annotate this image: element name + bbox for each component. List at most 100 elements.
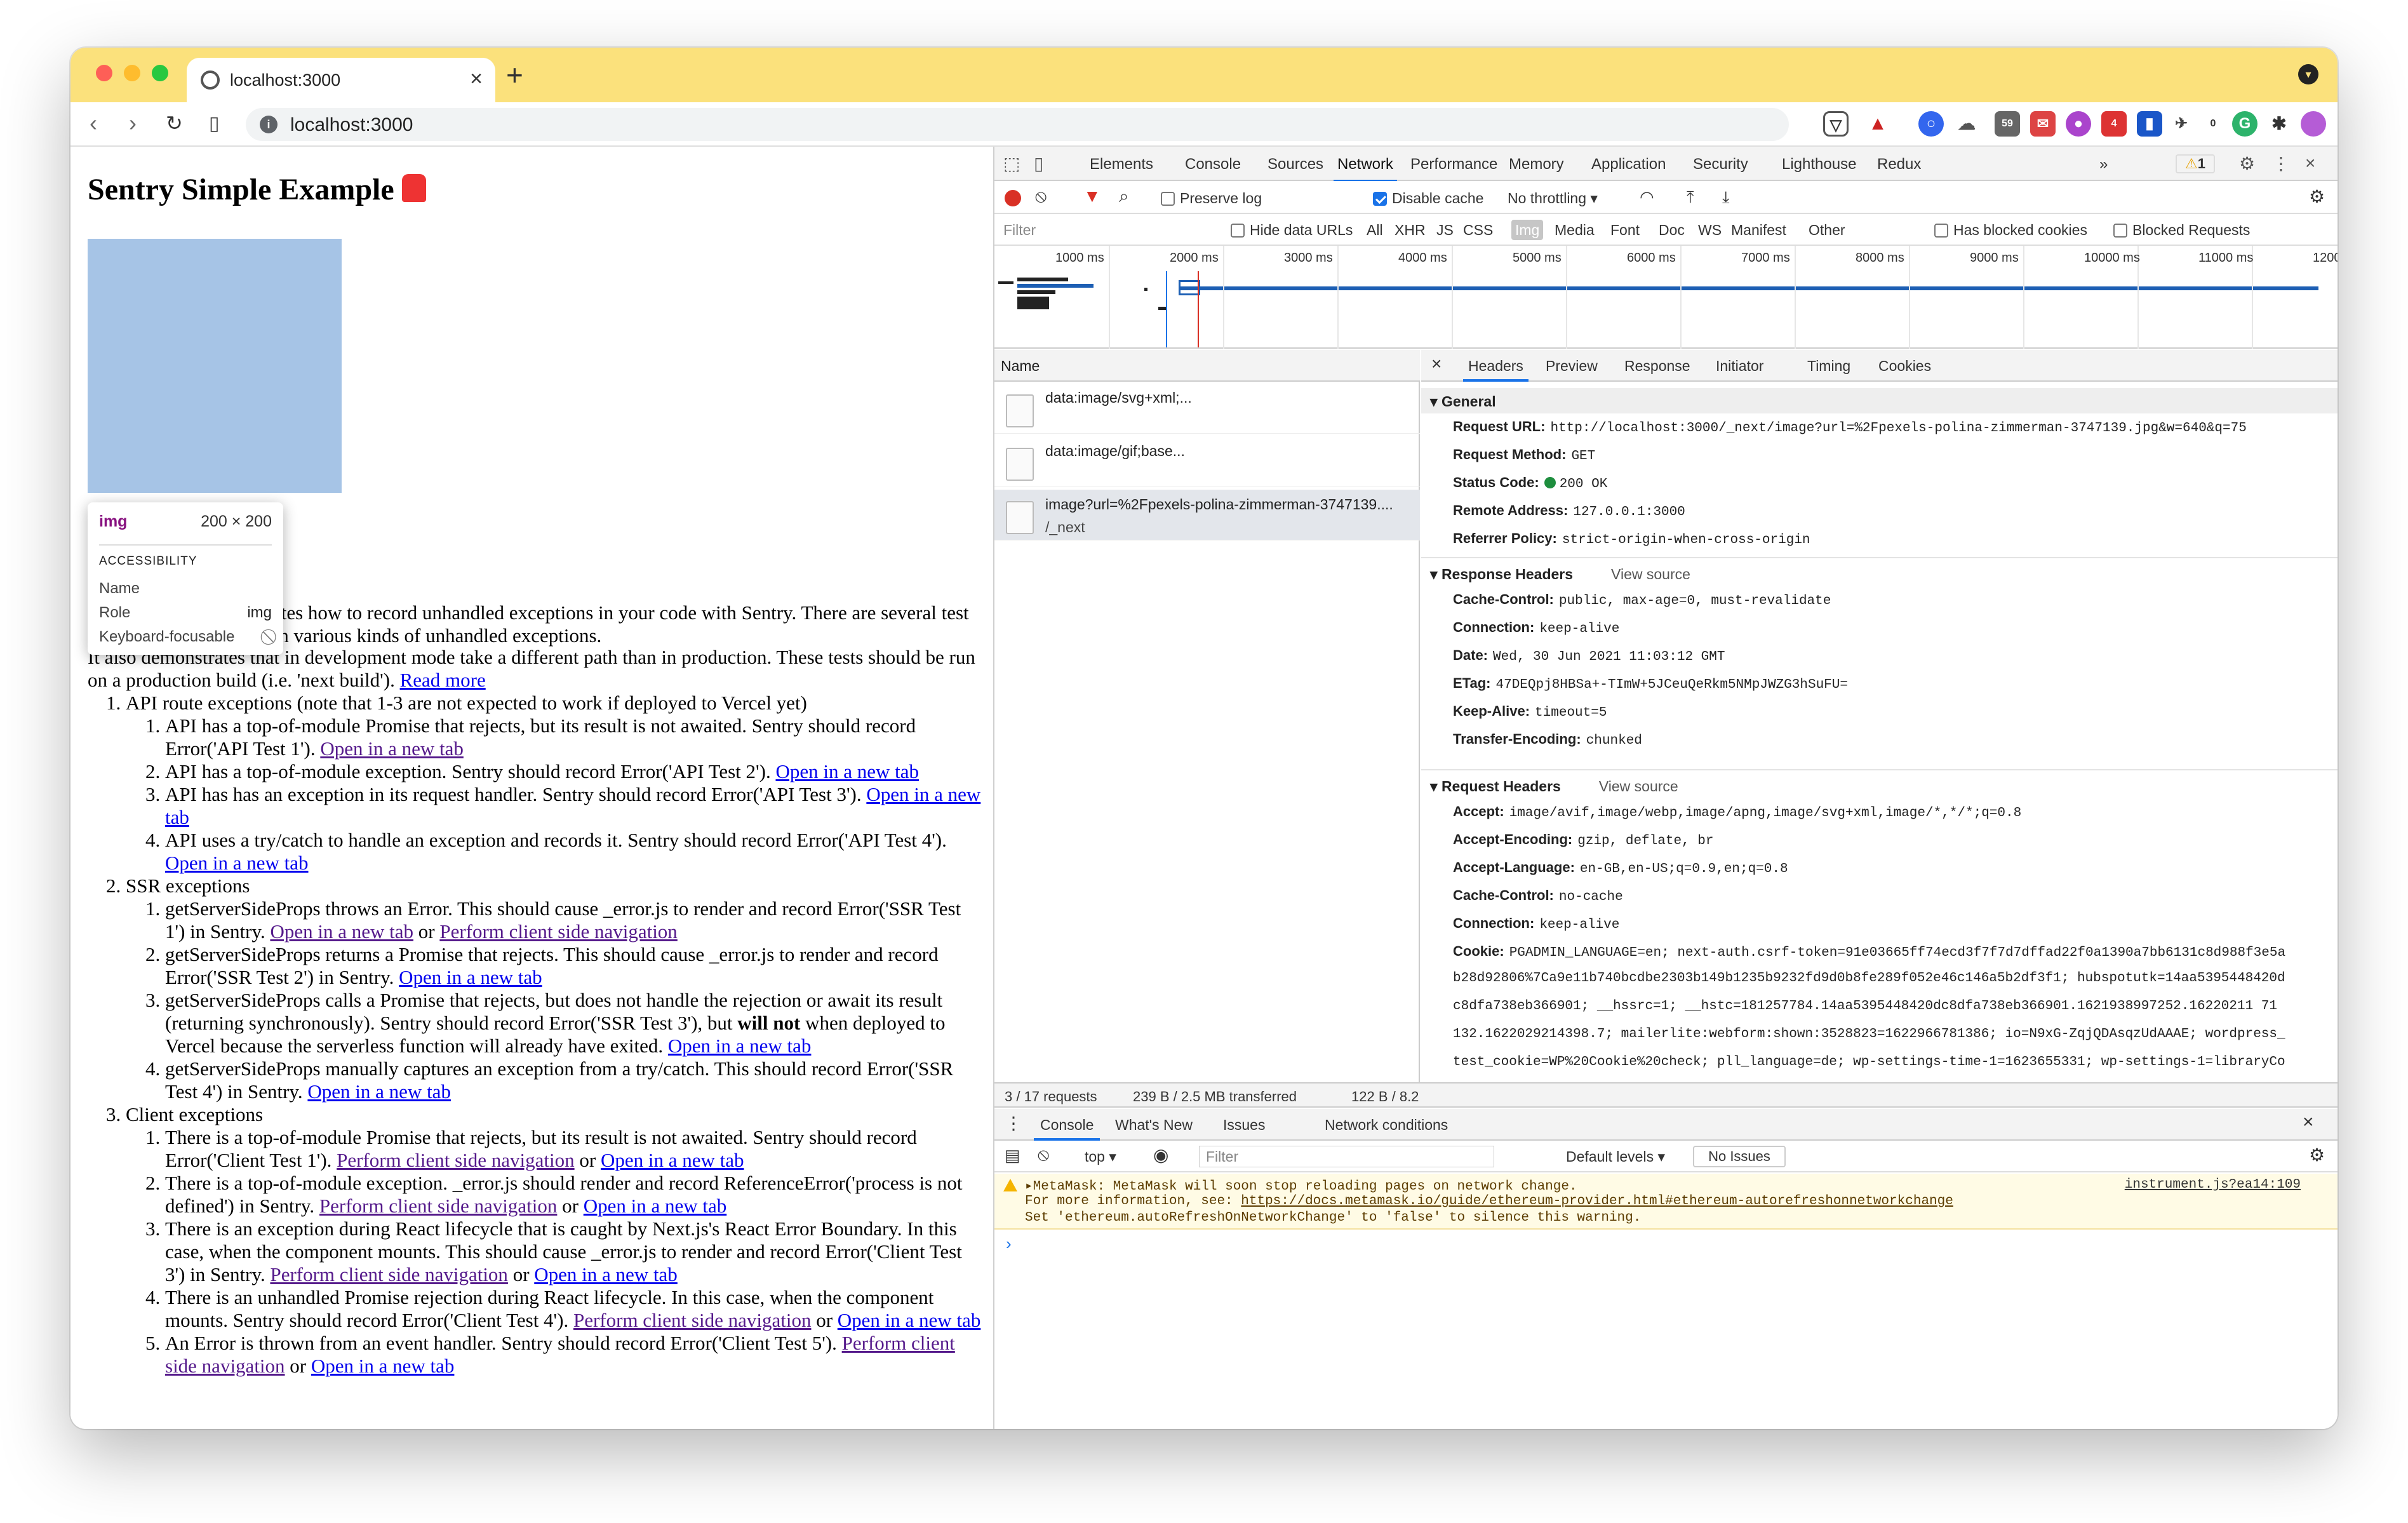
- live-expression-eye-icon[interactable]: ◉: [1153, 1144, 1168, 1165]
- open-new-tab-link[interactable]: Open in a new tab: [775, 760, 919, 782]
- filter-type-font[interactable]: Font: [1610, 222, 1640, 239]
- filter-type-img[interactable]: Img: [1511, 220, 1544, 240]
- brave-shield-icon[interactable]: ▽: [1823, 111, 1849, 137]
- warning-line-1[interactable]: ▸MetaMask: MetaMask will soon stop reloa…: [1025, 1177, 1577, 1194]
- extension-circle-icon[interactable]: ○: [1918, 111, 1944, 137]
- client-navigation-link[interactable]: Perform client side navigation: [337, 1149, 574, 1171]
- import-har-icon[interactable]: ⤒: [1687, 187, 1694, 208]
- has-blocked-cookies-checkbox[interactable]: Has blocked cookies: [1934, 222, 2087, 239]
- filter-type-xhr[interactable]: XHR: [1395, 222, 1426, 239]
- drawer-tab-issues[interactable]: Issues: [1223, 1117, 1265, 1134]
- blocked-requests-checkbox[interactable]: Blocked Requests: [2113, 222, 2250, 239]
- filter-type-other[interactable]: Other: [1809, 222, 1845, 239]
- extension-badge-icon[interactable]: 59: [1995, 111, 2020, 137]
- filter-type-ws[interactable]: WS: [1698, 222, 1722, 239]
- client-navigation-link[interactable]: Perform client side navigation: [270, 1263, 507, 1285]
- filter-type-doc[interactable]: Doc: [1659, 222, 1685, 239]
- open-new-tab-link[interactable]: Open in a new tab: [307, 1080, 451, 1103]
- open-new-tab-link[interactable]: Open in a new tab: [165, 852, 309, 874]
- extension-bird-icon[interactable]: ✈: [2169, 111, 2194, 137]
- request-headers-section-header[interactable]: ▾ Request Headers View source: [1421, 773, 2338, 798]
- read-more-link[interactable]: Read more: [400, 669, 486, 691]
- request-row[interactable]: data:image/svg+xml;...: [994, 383, 1420, 434]
- filter-type-media[interactable]: Media: [1555, 222, 1595, 239]
- extension-red-badge-icon[interactable]: 4: [2101, 111, 2127, 137]
- sidebar-toggle-icon[interactable]: ▤: [1005, 1146, 1020, 1165]
- drawer-tab-console[interactable]: Console: [1033, 1117, 1100, 1141]
- close-window-button[interactable]: [96, 65, 112, 81]
- request-row[interactable]: data:image/gif;base...: [994, 436, 1420, 487]
- response-headers-section-header[interactable]: ▾ Response Headers View source: [1421, 561, 2338, 586]
- devtools-tab-redux[interactable]: Redux: [1877, 156, 1921, 173]
- open-new-tab-link[interactable]: Open in a new tab: [311, 1355, 455, 1377]
- close-details-icon[interactable]: ×: [1431, 354, 1441, 374]
- client-navigation-link[interactable]: Perform client side navigation: [573, 1309, 811, 1331]
- view-source-link[interactable]: View source: [1599, 778, 1678, 795]
- devtools-tab-console[interactable]: Console: [1185, 156, 1241, 173]
- metamask-docs-link[interactable]: https://docs.metamask.io/guide/ethereum-…: [1241, 1194, 1953, 1209]
- devtools-tab-elements[interactable]: Elements: [1090, 156, 1153, 173]
- no-issues-button[interactable]: No Issues: [1693, 1146, 1786, 1167]
- record-button[interactable]: [1005, 190, 1021, 206]
- client-navigation-link[interactable]: Perform client side navigation: [439, 920, 677, 943]
- warnings-badge[interactable]: ⚠1: [2176, 154, 2215, 173]
- request-row[interactable]: image?url=%2Fpexels-polina-zimmerman-374…: [994, 490, 1420, 540]
- open-new-tab-link[interactable]: Open in a new tab: [668, 1035, 812, 1057]
- bookmark-icon[interactable]: ▯: [209, 112, 220, 135]
- back-icon[interactable]: ‹: [90, 110, 97, 137]
- extensions-puzzle-icon[interactable]: ✱: [2266, 111, 2292, 137]
- client-navigation-link[interactable]: Perform client side navigation: [319, 1195, 557, 1217]
- devtools-tab-sources[interactable]: Sources: [1268, 156, 1323, 173]
- maximize-window-button[interactable]: [152, 65, 168, 81]
- details-tab-timing[interactable]: Timing: [1807, 358, 1850, 375]
- filter-type-js[interactable]: JS: [1436, 222, 1454, 239]
- context-select[interactable]: top ▾: [1085, 1148, 1116, 1165]
- open-new-tab-link[interactable]: Open in a new tab: [399, 966, 542, 988]
- extension-blue-icon[interactable]: ▮: [2137, 111, 2162, 137]
- devtools-tab-application[interactable]: Application: [1591, 156, 1666, 173]
- mail-icon[interactable]: ✉: [2030, 111, 2056, 137]
- close-tab-icon[interactable]: ×: [470, 67, 483, 91]
- filter-funnel-icon[interactable]: ▼: [1083, 186, 1101, 206]
- extension-counter-icon[interactable]: 0: [2200, 111, 2226, 137]
- details-tab-cookies[interactable]: Cookies: [1878, 358, 1931, 375]
- new-tab-button[interactable]: +: [506, 58, 523, 92]
- minimize-window-button[interactable]: [124, 65, 140, 81]
- filter-type-all[interactable]: All: [1367, 222, 1383, 239]
- grammarly-icon[interactable]: G: [2232, 111, 2258, 137]
- name-column-header[interactable]: Name: [1001, 358, 1040, 375]
- log-levels-select[interactable]: Default levels ▾: [1566, 1148, 1665, 1165]
- details-tab-preview[interactable]: Preview: [1546, 358, 1598, 375]
- warning-source-link[interactable]: instrument.js?ea14:109: [2125, 1177, 2301, 1192]
- open-new-tab-link[interactable]: Open in a new tab: [601, 1149, 744, 1171]
- details-tab-headers[interactable]: Headers: [1463, 358, 1528, 382]
- console-prompt[interactable]: ›: [1006, 1234, 1012, 1254]
- devtools-tab-performance[interactable]: Performance: [1410, 156, 1497, 173]
- general-section-header[interactable]: ▾ General: [1421, 388, 2338, 413]
- hide-data-urls-checkbox[interactable]: Hide data URLs: [1231, 222, 1353, 239]
- network-conditions-icon[interactable]: ◠: [1640, 187, 1654, 207]
- network-overview-timeline[interactable]: 1000 ms 2000 ms 3000 ms 4000 ms 5000 ms 6000 …: [994, 246, 2338, 349]
- settings-gear-icon[interactable]: ⚙: [2239, 153, 2255, 174]
- network-settings-icon[interactable]: ⚙: [2309, 186, 2325, 207]
- filter-type-manifest[interactable]: Manifest: [1731, 222, 1786, 239]
- drawer-tab-network-conditions[interactable]: Network conditions: [1325, 1117, 1448, 1134]
- profile-avatar[interactable]: [2301, 111, 2326, 137]
- address-bar[interactable]: i localhost:3000: [246, 108, 1789, 141]
- forward-icon[interactable]: ›: [129, 110, 137, 137]
- open-new-tab-link[interactable]: Open in a new tab: [584, 1195, 727, 1217]
- reload-icon[interactable]: ↻: [166, 111, 183, 135]
- devtools-tab-security[interactable]: Security: [1693, 156, 1748, 173]
- view-source-link[interactable]: View source: [1611, 566, 1690, 582]
- network-filter-input[interactable]: Filter: [998, 219, 1214, 241]
- inspect-element-icon[interactable]: ⬚: [1003, 153, 1020, 174]
- preserve-log-checkbox[interactable]: Preserve log: [1161, 190, 1262, 207]
- devtools-tab-network[interactable]: Network: [1333, 156, 1398, 182]
- extension-purple-icon[interactable]: ●: [2066, 111, 2091, 137]
- filter-type-css[interactable]: CSS: [1463, 222, 1493, 239]
- export-har-icon[interactable]: ⤓: [1722, 187, 1730, 208]
- clear-console-icon[interactable]: ⦸: [1038, 1144, 1049, 1165]
- clear-icon[interactable]: ⦸: [1035, 186, 1047, 207]
- tab-search-icon[interactable]: ▾: [2298, 64, 2318, 84]
- open-new-tab-link[interactable]: Open in a new tab: [838, 1309, 981, 1331]
